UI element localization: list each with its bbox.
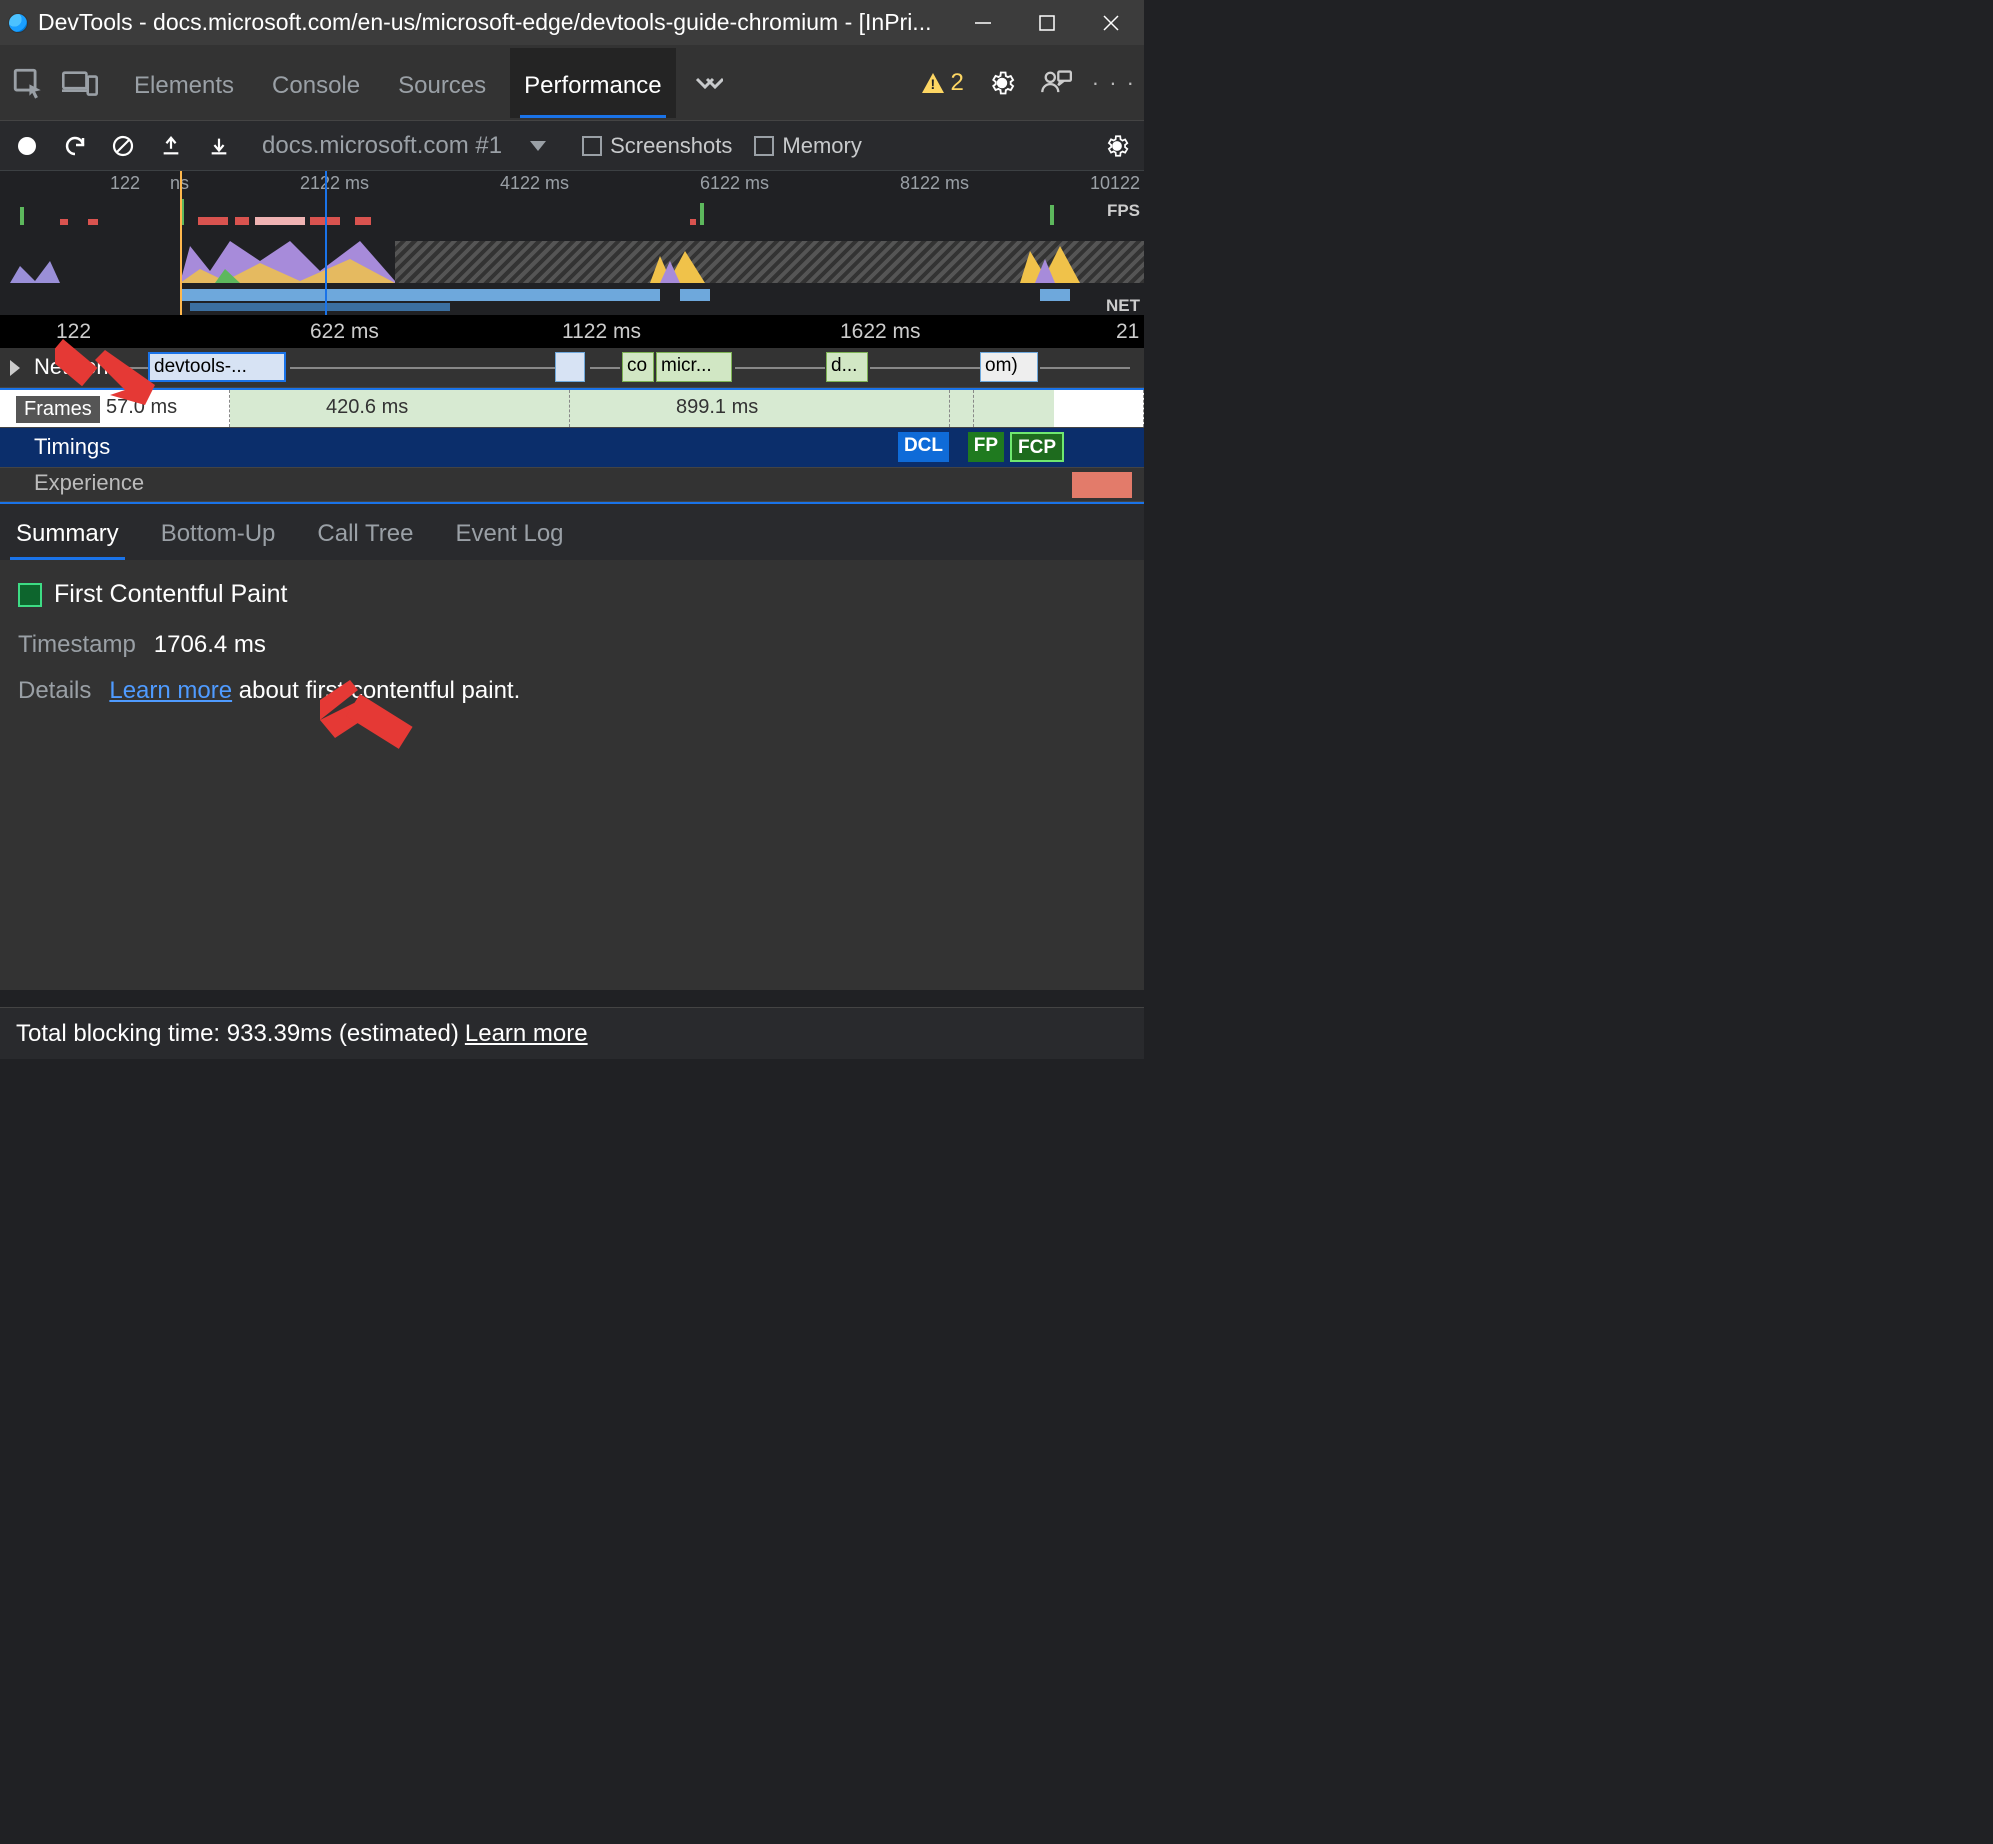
ruler-tick: 1122 ms	[562, 320, 641, 344]
frame-segment[interactable]	[950, 390, 974, 427]
app-icon	[8, 13, 28, 33]
detail-ruler[interactable]: 122 622 ms 1122 ms 1622 ms 21	[0, 316, 1144, 348]
network-request[interactable]: micr...	[656, 352, 732, 382]
network-request[interactable]: d...	[826, 352, 868, 382]
blocking-learn-more-link[interactable]: Learn more	[465, 1020, 588, 1048]
profile-selector[interactable]: docs.microsoft.com #1	[262, 132, 502, 160]
warning-count: 2	[950, 69, 963, 97]
reload-record-button[interactable]	[62, 133, 88, 159]
load-profile-button[interactable]	[158, 133, 184, 159]
record-button[interactable]	[14, 133, 40, 159]
timestamp-label: Timestamp	[18, 631, 136, 659]
tab-call-tree[interactable]: Call Tree	[311, 508, 419, 560]
details-tabbar: Summary Bottom-Up Call Tree Event Log	[0, 502, 1144, 560]
frame-segment[interactable]	[974, 390, 1054, 427]
memory-checkbox[interactable]: Memory	[754, 133, 861, 159]
ruler-tick: 21	[1116, 320, 1139, 344]
tab-bottom-up[interactable]: Bottom-Up	[155, 508, 282, 560]
annotation-arrow	[55, 335, 155, 410]
details-label: Details	[18, 677, 91, 705]
overview-selection-handle[interactable]	[325, 171, 327, 315]
frame-segment[interactable]: 420.6 ms	[230, 390, 570, 427]
frame-segment[interactable]: 899.1 ms	[570, 390, 950, 427]
overflow-menu-icon[interactable]: · · ·	[1092, 70, 1136, 96]
screenshots-checkbox[interactable]: Screenshots	[582, 133, 732, 159]
experience-block[interactable]	[1072, 472, 1132, 498]
net-label: NET	[1106, 296, 1140, 316]
clear-button[interactable]	[110, 133, 136, 159]
maximize-button[interactable]	[1034, 10, 1060, 36]
device-toolbar-icon[interactable]	[60, 63, 100, 103]
summary-panel: First Contentful Paint Timestamp 1706.4 …	[0, 560, 1144, 990]
cpu-chart	[0, 241, 1144, 283]
devtools-tabbar: Elements Console Sources Performance 2 ·…	[0, 45, 1144, 121]
capture-settings-icon[interactable]	[1104, 133, 1130, 159]
tab-performance[interactable]: Performance	[510, 48, 675, 118]
tab-elements[interactable]: Elements	[120, 48, 248, 118]
network-track[interactable]: Network devtools-... co micr... d... om)	[0, 348, 1144, 388]
inspect-element-icon[interactable]	[8, 63, 48, 103]
frames-track[interactable]: Frames 57.0 ms 420.6 ms 899.1 ms	[0, 388, 1144, 428]
save-profile-button[interactable]	[206, 133, 232, 159]
tab-console[interactable]: Console	[258, 48, 374, 118]
net-overview-bar	[680, 289, 710, 301]
performance-toolbar: docs.microsoft.com #1 Screenshots Memory	[0, 121, 1144, 171]
window-titlebar: DevTools - docs.microsoft.com/en-us/micr…	[0, 0, 1144, 45]
network-request[interactable]	[555, 352, 585, 382]
overview-selection-handle[interactable]	[180, 171, 182, 315]
settings-icon[interactable]	[988, 69, 1016, 97]
network-request[interactable]: devtools-...	[148, 352, 286, 382]
network-request[interactable]: om)	[980, 352, 1038, 382]
warning-icon	[922, 73, 944, 93]
timeline-tracks: Network devtools-... co micr... d... om)…	[0, 348, 1144, 502]
net-overview-bar	[180, 289, 660, 301]
network-request[interactable]: co	[622, 352, 654, 382]
tab-sources[interactable]: Sources	[384, 48, 500, 118]
experience-track[interactable]: Experience	[0, 468, 1144, 502]
minimize-button[interactable]	[970, 10, 996, 36]
blocking-time-footer: Total blocking time: 933.39ms (estimated…	[0, 1007, 1144, 1059]
blocking-time-text: Total blocking time: 933.39ms (estimated…	[16, 1020, 459, 1048]
timing-marker-fp[interactable]: FP	[968, 432, 1004, 462]
ruler-tick: 622 ms	[310, 320, 379, 344]
timings-track[interactable]: Timings DCL FP FCP	[0, 428, 1144, 468]
learn-more-link[interactable]: Learn more	[109, 677, 232, 704]
tab-event-log[interactable]: Event Log	[449, 508, 569, 560]
timeline-overview[interactable]: 122 ns 2122 ms 4122 ms 6122 ms 8122 ms 1…	[0, 171, 1144, 316]
marker-color-swatch	[18, 583, 42, 607]
annotation-arrow	[320, 660, 430, 755]
dropdown-caret-icon[interactable]	[530, 141, 546, 151]
experience-track-label: Experience	[34, 470, 144, 496]
feedback-icon[interactable]	[1040, 69, 1068, 97]
tab-summary[interactable]: Summary	[10, 508, 125, 560]
close-button[interactable]	[1098, 10, 1124, 36]
timings-track-label: Timings	[34, 434, 110, 460]
net-overview-bar	[1040, 289, 1070, 301]
frame-segment[interactable]	[1054, 390, 1144, 427]
ruler-tick: 1622 ms	[840, 320, 921, 344]
more-tabs-button[interactable]	[692, 63, 726, 103]
warnings-badge[interactable]: 2	[922, 69, 963, 97]
timing-marker-fcp[interactable]: FCP	[1010, 432, 1064, 462]
marker-title: First Contentful Paint	[54, 580, 287, 609]
net-overview-bar	[190, 303, 450, 311]
timing-marker-dcl[interactable]: DCL	[898, 432, 949, 462]
window-title: DevTools - docs.microsoft.com/en-us/micr…	[38, 9, 970, 36]
timestamp-value: 1706.4 ms	[154, 631, 266, 659]
fps-bars	[0, 191, 1144, 225]
